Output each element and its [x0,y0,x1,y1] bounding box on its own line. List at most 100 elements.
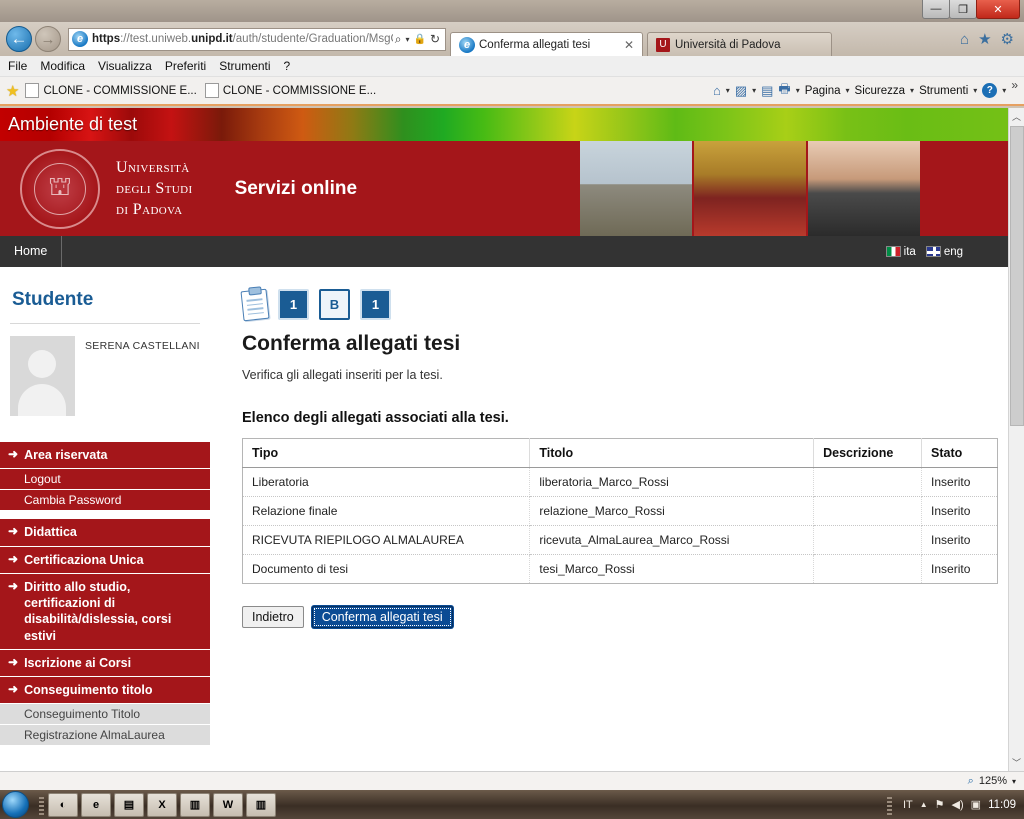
search-icon[interactable]: ⌕ [395,32,402,47]
help-icon[interactable]: ? [982,83,998,98]
clock[interactable]: 11:09 [988,799,1016,811]
menu-item-visualizza[interactable]: Visualizza [98,59,152,73]
back-button[interactable]: Indietro [242,606,304,628]
menu-item-strumenti[interactable]: Strumenti [219,59,270,73]
cell-descrizione [813,467,923,497]
sidebar-item-iscrizione-ai-corsi[interactable]: ➜ Iscrizione ai Corsi [0,649,210,677]
scrollbar-thumb[interactable] [1009,126,1024,426]
home-icon[interactable]: ⌂ [960,31,969,48]
command-item-strumenti[interactable]: Strumenti [919,85,968,97]
sidebar-item-didattica[interactable]: ➜ Didattica [0,519,210,547]
refresh-icon[interactable]: ↻ [430,32,440,46]
favorite-thumb-icon [204,83,219,98]
taskbar-item-app1[interactable]: ▥ [180,792,210,817]
maximize-button[interactable]: ❐ [949,0,977,19]
settings-gear-icon[interactable]: ⚙ [1001,30,1014,48]
mail-icon[interactable]: ▤ [761,83,773,99]
sidebar-item-diritto-allo-studio[interactable]: ➜ Diritto allo studio, certificazioni di… [0,573,210,650]
cell-descrizione [813,525,923,555]
close-button[interactable]: ✕ [976,0,1020,19]
taskbar-item-ie[interactable]: e [81,792,111,817]
cell-tipo: RICEVUTA RIEPILOGO ALMALAUREA [242,525,531,555]
page-title: Conferma allegati tesi [242,332,461,355]
command-item-pagina[interactable]: Pagina [805,85,841,97]
network-icon[interactable]: ⚑ [935,798,945,811]
taskbar: ◐ e ▤ X ▥ W ▥ IT ▲ ⚑ ◀) ▣ 11:09 [0,790,1024,819]
favorite-label: CLONE - COMMISSIONE E... [43,84,197,97]
taskbar-item-word[interactable]: W [213,792,243,817]
taskbar-item-app2[interactable]: ▥ [246,792,276,817]
page-body: Studente SERENA CASTELLANI ➜ Area riserv… [0,267,1008,771]
taskbar-item-1[interactable]: ◐ [48,792,78,817]
confirm-attachments-button[interactable]: Conferma allegati tesi [311,606,453,628]
chevron-down-icon[interactable]: ▾ [910,86,914,95]
tab-favicon-unipd-icon: U [656,37,670,52]
chevron-down-icon[interactable]: ▾ [405,35,409,44]
scroll-up-arrow-icon[interactable]: ︿ [1008,108,1024,125]
nav-item-home[interactable]: Home [0,236,63,267]
clipboard-checklist-icon [240,288,270,321]
home-page-icon[interactable]: ⌂ [713,83,721,98]
language-indicator[interactable]: IT [903,799,913,811]
sidebar-item-registrazione-almalaurea[interactable]: Registrazione AlmaLaurea [0,725,210,747]
header-photo-strip [580,141,1008,236]
chevron-down-icon[interactable]: ▾ [1012,777,1016,786]
menu-item-modifica[interactable]: Modifica [40,59,85,73]
action-center-icon[interactable]: ▣ [971,798,981,811]
chevron-down-icon[interactable]: ▾ [726,86,730,95]
forward-button[interactable]: → [35,26,61,52]
taskbar-item-folder[interactable]: ▤ [114,792,144,817]
page-subtitle: Verifica gli allegati inseriti per la te… [242,368,443,382]
sidebar-menu: ➜ Area riservata Logout Cambia Password … [0,442,210,747]
command-item-sicurezza[interactable]: Sicurezza [855,85,906,97]
sidebar-item-conseguimento-titolo-sub[interactable]: Conseguimento Titolo [0,704,210,726]
address-bar[interactable]: e https://test.uniweb.unipd.it/auth/stud… [68,27,446,51]
taskbar-grip[interactable] [39,794,44,815]
language-link-eng[interactable]: eng [925,246,963,258]
favorite-item-clone-commissione-2[interactable]: CLONE - COMMISSIONE E... [204,83,376,98]
tab-universita-di-padova[interactable]: U Università di Padova [647,32,832,56]
chevron-down-icon[interactable]: ▾ [1002,86,1006,95]
menu-item-preferiti[interactable]: Preferiti [165,59,206,73]
cell-titolo: liberatoria_Marco_Rossi [529,467,815,497]
taskbar-item-excel[interactable]: X [147,792,177,817]
tab-close-icon[interactable]: ✕ [624,38,634,52]
browser-menu-bar: File Modifica Visualizza Preferiti Strum… [0,56,1024,77]
overflow-chevron-icon[interactable]: » [1011,78,1018,92]
sidebar-item-conseguimento-titolo[interactable]: ➜ Conseguimento titolo [0,677,210,705]
minimize-button[interactable]: — [922,0,950,19]
back-button[interactable]: ← [6,26,32,52]
chevron-down-icon[interactable]: ▾ [973,86,977,95]
menu-item-help[interactable]: ? [284,59,291,73]
sidebar-item-label: Area riservata [24,448,108,462]
feeds-icon[interactable]: ▨ [735,83,747,99]
step-box-3[interactable]: 1 [360,289,391,320]
sidebar-item-cambia-password[interactable]: Cambia Password [0,490,210,512]
page-scrollbar[interactable]: ︿ ﹀ [1008,108,1024,771]
column-header-titolo: Titolo [529,438,815,468]
chevron-down-icon[interactable]: ▾ [796,86,800,95]
arrow-right-icon: ➜ [8,551,19,566]
sidebar-item-logout[interactable]: Logout [0,469,210,491]
chevron-down-icon[interactable]: ▾ [752,86,756,95]
favorites-star-icon[interactable]: ★ [978,30,991,48]
favorites-star-icon[interactable]: ★ [6,82,19,100]
tray-grip[interactable] [886,794,892,815]
sidebar-item-certificaziona-unica[interactable]: ➜ Certificaziona Unica [0,546,210,574]
start-button[interactable] [2,791,29,818]
favorite-item-clone-commissione-1[interactable]: CLONE - COMMISSIONE E... [25,83,197,98]
language-link-ita[interactable]: ita [885,246,916,258]
zoom-icon[interactable]: ⌕ [968,775,974,788]
volume-icon[interactable]: ◀) [952,798,964,811]
zoom-level: 125% [978,775,1007,787]
step-box-b[interactable]: B [319,289,350,320]
menu-item-file[interactable]: File [8,59,27,73]
cell-tipo: Liberatoria [242,467,531,497]
show-hidden-icons-arrow[interactable]: ▲ [920,800,928,809]
tab-conferma-allegati-tesi[interactable]: e Conferma allegati tesi ✕ [450,32,643,56]
sidebar-item-area-riservata[interactable]: ➜ Area riservata [0,442,210,470]
scroll-down-arrow-icon[interactable]: ﹀ [1008,754,1024,771]
step-box-1[interactable]: 1 [278,289,309,320]
chevron-down-icon[interactable]: ▾ [846,86,850,95]
print-icon[interactable]: 🖶 [778,80,790,102]
